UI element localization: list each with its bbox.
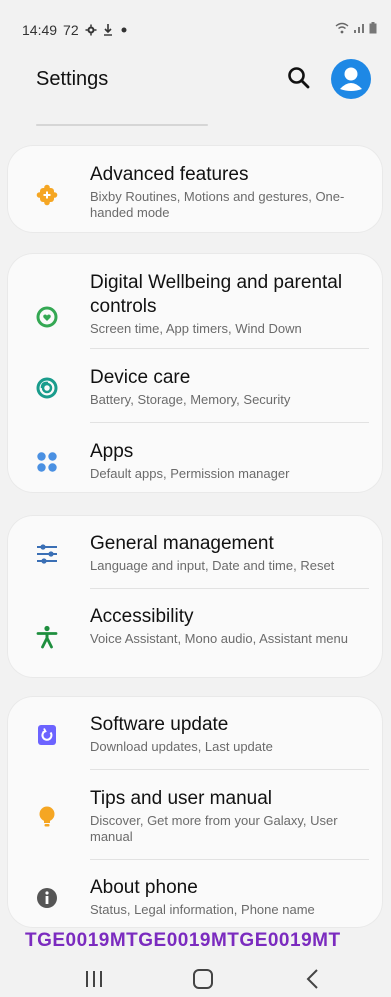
status-temp: 72	[63, 22, 79, 38]
item-subtitle: Voice Assistant, Mono audio, Assistant m…	[90, 631, 348, 646]
home-icon	[193, 969, 213, 989]
item-subtitle: Status, Legal information, Phone name	[90, 902, 315, 917]
about-phone-text: About phone Status, Legal information, P…	[90, 876, 365, 918]
navigation-bar	[0, 956, 391, 997]
settings-group-1: Advanced features Bixby Routines, Motion…	[7, 145, 383, 233]
sliders-icon	[37, 544, 57, 564]
settings-header: Settings	[0, 50, 391, 120]
home-button[interactable]	[183, 966, 223, 992]
item-subtitle: Screen time, App timers, Wind Down	[90, 321, 302, 336]
divider	[90, 348, 369, 349]
divider	[90, 769, 369, 770]
page-title: Settings	[36, 68, 109, 90]
info-icon	[37, 888, 57, 908]
advanced-features-item[interactable]: Advanced features Bixby Routines, Motion…	[7, 163, 383, 223]
about-phone-item[interactable]: About phone Status, Legal information, P…	[7, 876, 383, 926]
accessibility-item[interactable]: Accessibility Voice Assistant, Mono audi…	[7, 605, 383, 667]
gear-icon	[85, 24, 97, 36]
wifi-icon	[335, 22, 349, 34]
dot-icon	[121, 27, 127, 33]
divider	[90, 422, 369, 423]
download-icon	[103, 24, 112, 36]
search-button[interactable]	[285, 64, 313, 92]
search-icon	[288, 67, 310, 89]
scroll-divider	[36, 124, 208, 126]
apps-icon	[37, 452, 57, 472]
device-care-text: Device care Battery, Storage, Memory, Se…	[90, 366, 365, 408]
item-title: Tips and user manual	[90, 788, 273, 809]
item-title: Device care	[90, 367, 191, 388]
lightbulb-icon	[39, 806, 55, 827]
back-icon	[306, 969, 318, 989]
item-title: Software update	[90, 714, 229, 735]
digital-wellbeing-item[interactable]: Digital Wellbeing and parental controls …	[7, 271, 383, 353]
watermark-text: TGE0019MTGE0019MTGE0019MT	[25, 930, 341, 951]
item-title: Apps	[90, 441, 134, 462]
device-care-item[interactable]: Device care Battery, Storage, Memory, Se…	[7, 366, 383, 416]
digital-wellbeing-text: Digital Wellbeing and parental controls …	[90, 271, 365, 337]
apps-item[interactable]: Apps Default apps, Permission manager	[7, 440, 383, 490]
item-title: Advanced features	[90, 164, 249, 185]
item-title: About phone	[90, 877, 198, 898]
divider	[90, 588, 369, 589]
back-button[interactable]	[293, 966, 333, 992]
plus-puzzle-icon	[36, 184, 58, 206]
item-title: Accessibility	[90, 606, 194, 627]
item-title: Digital Wellbeing and parental controls	[90, 272, 343, 317]
settings-group-2: Digital Wellbeing and parental controls …	[7, 253, 383, 493]
general-management-item[interactable]: General management Language and input, D…	[7, 532, 383, 582]
item-subtitle: Battery, Storage, Memory, Security	[90, 392, 291, 407]
item-subtitle: Default apps, Permission manager	[90, 466, 290, 481]
recent-apps-button[interactable]	[74, 966, 114, 992]
item-title: General management	[90, 533, 274, 554]
tips-manual-item[interactable]: Tips and user manual Discover, Get more …	[7, 787, 383, 851]
recent-apps-icon	[86, 971, 102, 987]
tips-manual-text: Tips and user manual Discover, Get more …	[90, 787, 365, 845]
battery-icon	[369, 22, 377, 34]
accessibility-text: Accessibility Voice Assistant, Mono audi…	[90, 605, 365, 647]
software-update-icon	[38, 725, 56, 745]
settings-group-4: Software update Download updates, Last u…	[7, 696, 383, 928]
wellbeing-icon	[36, 306, 58, 328]
divider	[90, 859, 369, 860]
advanced-features-text: Advanced features Bixby Routines, Motion…	[90, 163, 365, 221]
status-left: 14:49 72	[22, 22, 129, 38]
settings-group-3: General management Language and input, D…	[7, 515, 383, 678]
item-subtitle: Bixby Routines, Motions and gestures, On…	[90, 189, 345, 220]
apps-text: Apps Default apps, Permission manager	[90, 440, 365, 482]
status-bar: 14:49 72	[0, 0, 391, 50]
item-subtitle: Discover, Get more from your Galaxy, Use…	[90, 813, 338, 844]
software-update-text: Software update Download updates, Last u…	[90, 713, 365, 755]
item-subtitle: Language and input, Date and time, Reset	[90, 558, 335, 573]
item-subtitle: Download updates, Last update	[90, 739, 273, 754]
accessibility-icon	[36, 625, 58, 649]
status-time: 14:49	[22, 22, 58, 38]
device-care-icon	[36, 377, 58, 399]
account-icon	[340, 67, 362, 91]
software-update-item[interactable]: Software update Download updates, Last u…	[7, 713, 383, 763]
account-button[interactable]	[331, 59, 371, 99]
status-right	[335, 22, 377, 34]
signal-icon	[354, 24, 364, 33]
general-management-text: General management Language and input, D…	[90, 532, 365, 574]
